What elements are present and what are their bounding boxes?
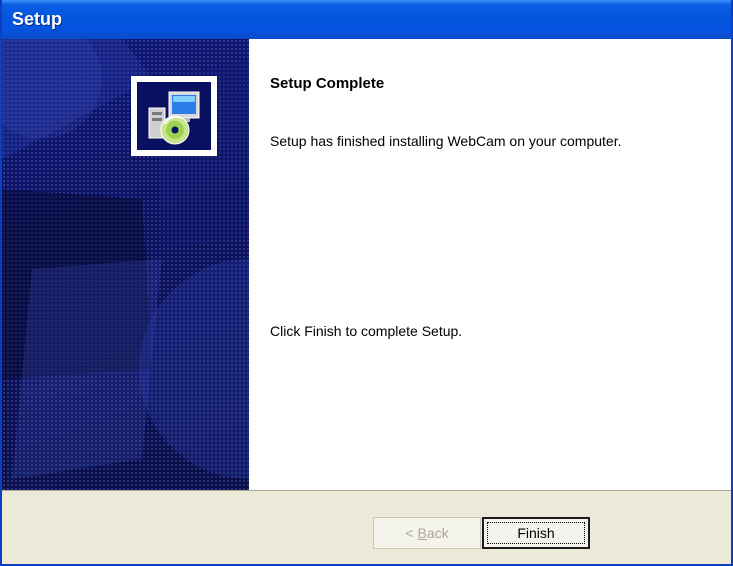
focus-rectangle — [487, 522, 585, 544]
back-button[interactable]: < Back — [373, 517, 481, 549]
completion-message: Setup has finished installing WebCam on … — [270, 133, 622, 149]
back-button-rest: ack — [426, 525, 449, 541]
back-button-prefix: < — [405, 525, 418, 541]
instruction-message: Click Finish to complete Setup. — [270, 323, 463, 339]
setup-icon-frame — [131, 76, 217, 156]
wizard-content: Setup Complete Setup has finished instal… — [249, 39, 731, 490]
wizard-side-panel — [2, 39, 249, 490]
window-title: Setup — [12, 9, 63, 29]
finish-button[interactable]: Finish — [482, 517, 590, 549]
page-heading: Setup Complete — [270, 75, 385, 92]
button-bar: < Back Finish — [2, 490, 731, 564]
setup-computer-cd-icon — [137, 82, 211, 150]
back-button-mnemonic: B — [417, 525, 427, 541]
setup-window: Setup Setup Complete Setup has finished … — [0, 0, 733, 566]
title-bar[interactable]: Setup — [2, 0, 731, 39]
